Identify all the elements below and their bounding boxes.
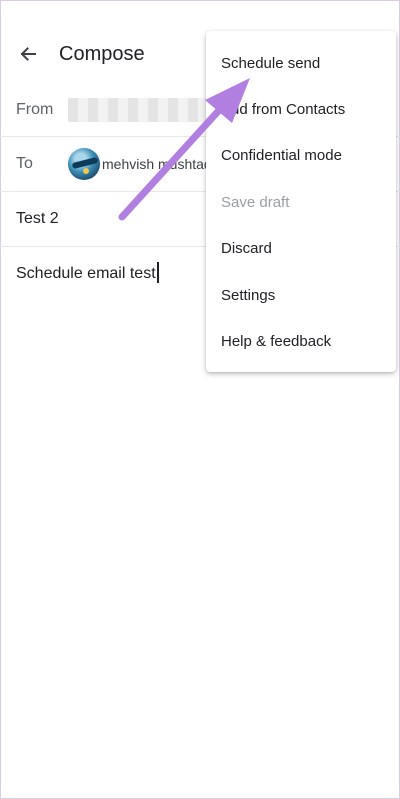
arrow-left-icon <box>20 47 36 61</box>
page-title: Compose <box>59 43 145 65</box>
from-account-redacted[interactable] <box>68 98 208 122</box>
to-label: To <box>16 155 33 172</box>
menu-item-help-feedback[interactable]: Help & feedback <box>206 319 396 365</box>
avatar <box>68 148 100 180</box>
from-label: From <box>16 101 54 118</box>
menu-item-label: Confidential mode <box>221 147 342 164</box>
back-button[interactable] <box>10 36 46 72</box>
recipient-name: mehvish mushtaq <box>102 156 212 172</box>
menu-item-label: Save draft <box>221 194 290 211</box>
menu-item-label: Settings <box>221 287 276 304</box>
recipient-chip[interactable]: mehvish mushtaq <box>68 148 212 180</box>
menu-item-save-draft: Save draft <box>206 180 396 226</box>
menu-item-schedule-send[interactable]: Schedule send <box>206 41 396 87</box>
overflow-menu: Schedule send Add from Contacts Confiden… <box>206 31 396 372</box>
menu-item-label: Schedule send <box>221 55 321 72</box>
compose-body-field[interactable]: Schedule email test <box>16 262 159 283</box>
text-cursor <box>156 262 159 283</box>
menu-item-label: Add from Contacts <box>221 101 346 118</box>
menu-item-add-from-contacts[interactable]: Add from Contacts <box>206 87 396 133</box>
menu-item-label: Discard <box>221 240 272 257</box>
compose-body-text: Schedule email test <box>16 265 156 282</box>
menu-item-label: Help & feedback <box>221 333 332 350</box>
menu-item-discard[interactable]: Discard <box>206 226 396 272</box>
menu-item-confidential-mode[interactable]: Confidential mode <box>206 133 396 179</box>
subject-field[interactable]: Test 2 <box>16 210 59 228</box>
menu-item-settings[interactable]: Settings <box>206 273 396 319</box>
